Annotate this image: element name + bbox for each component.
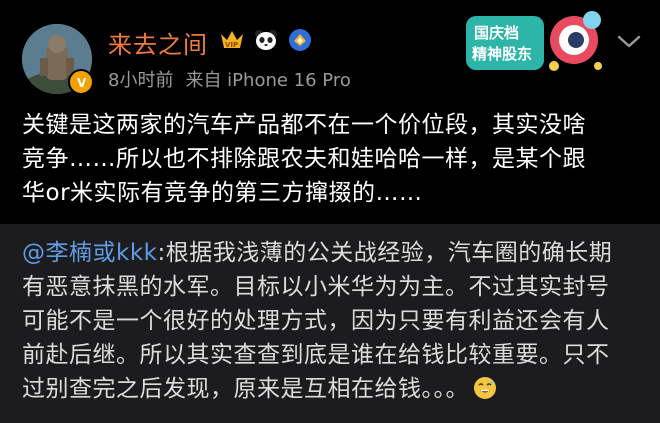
quoted-post-text: @李楠或kkk:根据我浅薄的公关战经验，汽车圈的确长期 有恶意抹黑的水军。目标以… [22,236,652,406]
post-meta: 8小时前 来自 iPhone 16 Pro [108,66,351,92]
post-line: 关键是这两家的汽车产品都不在一个价位段，其实没啥 [22,112,586,138]
shield-badge-icon[interactable] [286,27,314,53]
svg-text:V: V [77,76,87,89]
vip-icon[interactable]: VIP [218,27,246,53]
post-source: 来自 iPhone 16 Pro [185,70,351,91]
post-line: 竞争……所以也不排除跟农夫和娃哈哈一样，是某个跟 [22,146,586,172]
user-mention-link[interactable]: @李楠或kkk [22,240,157,266]
post-header: V 来去之间 VIP 8小时前 来自 iPhone 16 Pro 国庆档 精神股… [0,0,660,98]
verified-badge-icon: V [68,69,94,95]
post-line: 华or米实际有竞争的第三方撺掇的…… [22,180,423,206]
quoted-line: 有恶意抹黑的水军。目标以小米华为为主。不过其实封号 [22,274,610,300]
post-time: 8小时前 [108,70,174,91]
post-text: 关键是这两家的汽车产品都不在一个价位段，其实没啥 竞争……所以也不排除跟农夫和娃… [22,108,652,210]
sticker-text-1: 国庆档 [474,24,519,42]
sweat-smile-emoji [473,376,497,400]
quoted-line: 可能不是一个很好的处理方式，因为只要有利益还会有人 [22,308,610,334]
username[interactable]: 来去之间 [108,25,208,60]
holiday-sticker[interactable]: 国庆档 精神股东 [462,6,604,78]
quoted-line-text: :根据我浅薄的公关战经验，汽车圈的确长期 [157,240,613,266]
panda-icon[interactable] [252,27,280,53]
sticker-text-2: 精神股东 [472,45,532,63]
quoted-line: 前赴后继。所以其实查查到底是谁在给钱比较重要。只不 [22,342,610,368]
user-badges: VIP [218,26,314,54]
chevron-down-icon[interactable] [615,31,643,51]
quoted-line-text: 过别查完之后发现，原来是互相在给钱。。。 [22,376,469,402]
svg-text:VIP: VIP [225,41,238,49]
quoted-line: 过别查完之后发现，原来是互相在给钱。。。 [22,372,652,406]
quoted-line: @李楠或kkk:根据我浅薄的公关战经验，汽车圈的确长期 [22,236,652,270]
